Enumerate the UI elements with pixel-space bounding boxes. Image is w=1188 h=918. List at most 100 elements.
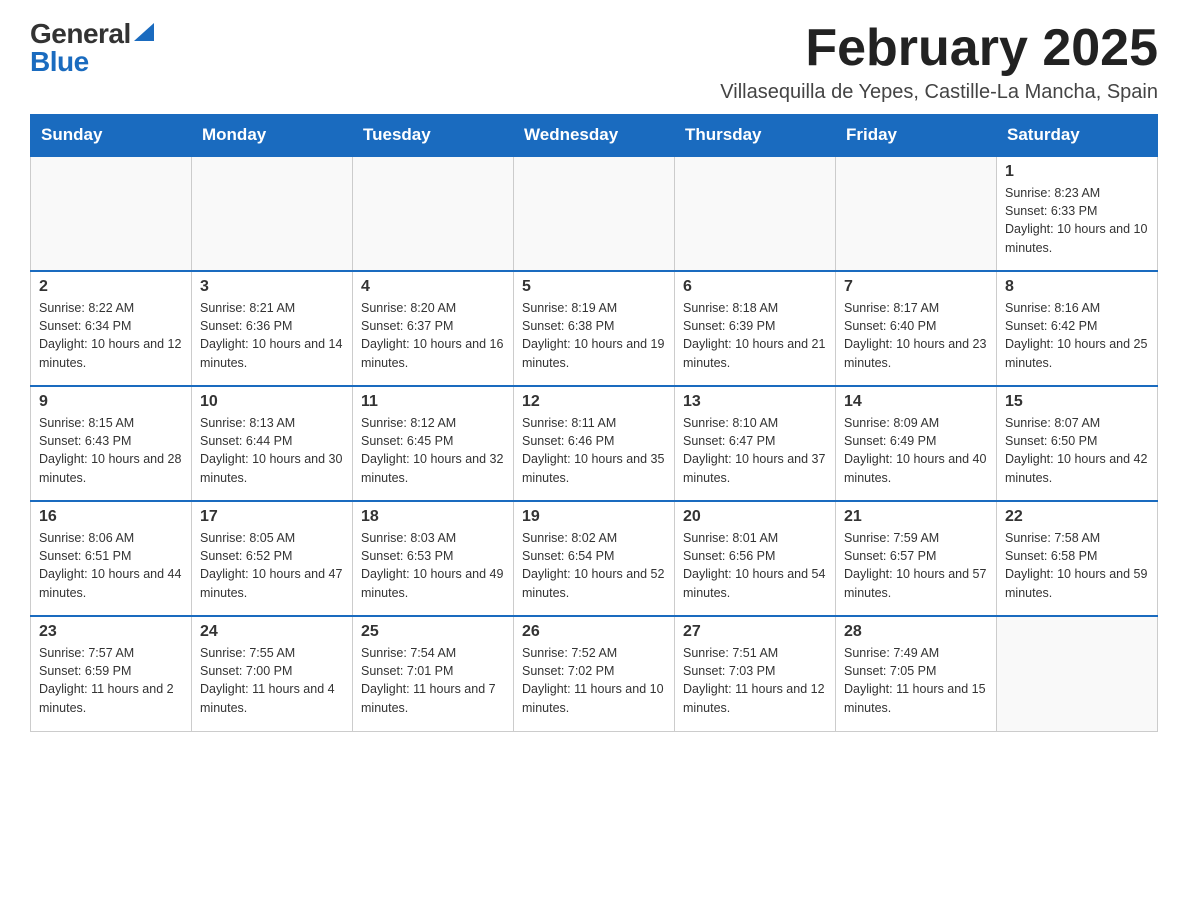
- day-number: 17: [200, 508, 344, 526]
- day-number: 22: [1005, 508, 1149, 526]
- calendar-cell: 4Sunrise: 8:20 AM Sunset: 6:37 PM Daylig…: [353, 271, 514, 386]
- day-sun-info: Sunrise: 8:13 AM Sunset: 6:44 PM Dayligh…: [200, 414, 344, 487]
- header-wednesday: Wednesday: [514, 115, 675, 157]
- header-thursday: Thursday: [675, 115, 836, 157]
- calendar-header-row: Sunday Monday Tuesday Wednesday Thursday…: [31, 115, 1158, 157]
- day-number: 11: [361, 393, 505, 411]
- day-number: 2: [39, 278, 183, 296]
- calendar-cell: 5Sunrise: 8:19 AM Sunset: 6:38 PM Daylig…: [514, 271, 675, 386]
- day-sun-info: Sunrise: 8:11 AM Sunset: 6:46 PM Dayligh…: [522, 414, 666, 487]
- calendar-cell: [192, 156, 353, 271]
- calendar-week-row: 1 Sunrise: 8:23 AM Sunset: 6:33 PM Daylig…: [31, 156, 1158, 271]
- day-number: 8: [1005, 278, 1149, 296]
- calendar-cell: 27 Sunrise: 7:51 AM Sunset: 7:03 PM Dayli…: [675, 616, 836, 731]
- day-number: 15: [1005, 393, 1149, 411]
- calendar-cell: 11 Sunrise: 8:12 AM Sunset: 6:45 PM Dayli…: [353, 386, 514, 501]
- calendar-cell: 18 Sunrise: 8:03 AM Sunset: 6:53 PM Dayli…: [353, 501, 514, 616]
- calendar-cell: 13 Sunrise: 8:10 AM Sunset: 6:47 PM Dayli…: [675, 386, 836, 501]
- day-sun-info: Sunrise: 7:51 AM Sunset: 7:03 PM Dayligh…: [683, 644, 827, 717]
- calendar-cell: 7Sunrise: 8:17 AM Sunset: 6:40 PM Daylig…: [836, 271, 997, 386]
- day-number: 6: [683, 278, 827, 296]
- day-number: 25: [361, 623, 505, 641]
- day-sun-info: Sunrise: 8:16 AM Sunset: 6:42 PM Dayligh…: [1005, 299, 1149, 372]
- calendar-cell: [836, 156, 997, 271]
- calendar-cell: 25 Sunrise: 7:54 AM Sunset: 7:01 PM Dayli…: [353, 616, 514, 731]
- calendar-week-row: 9 Sunrise: 8:15 AM Sunset: 6:43 PM Daylig…: [31, 386, 1158, 501]
- calendar-cell: 10 Sunrise: 8:13 AM Sunset: 6:44 PM Dayli…: [192, 386, 353, 501]
- calendar-cell: 19Sunrise: 8:02 AM Sunset: 6:54 PM Dayli…: [514, 501, 675, 616]
- calendar-cell: [514, 156, 675, 271]
- calendar-cell: 24 Sunrise: 7:55 AM Sunset: 7:00 PM Dayli…: [192, 616, 353, 731]
- day-number: 24: [200, 623, 344, 641]
- page-header: General Blue February 2025 Villasequilla…: [30, 20, 1158, 104]
- calendar-cell: 22 Sunrise: 7:58 AM Sunset: 6:58 PM Dayli…: [997, 501, 1158, 616]
- calendar-cell: 9 Sunrise: 8:15 AM Sunset: 6:43 PM Daylig…: [31, 386, 192, 501]
- day-sun-info: Sunrise: 8:23 AM Sunset: 6:33 PM Dayligh…: [1005, 184, 1149, 257]
- header-saturday: Saturday: [997, 115, 1158, 157]
- calendar-cell: 20 Sunrise: 8:01 AM Sunset: 6:56 PM Dayli…: [675, 501, 836, 616]
- calendar-cell: 8 Sunrise: 8:16 AM Sunset: 6:42 PM Daylig…: [997, 271, 1158, 386]
- calendar-week-row: 23 Sunrise: 7:57 AM Sunset: 6:59 PM Dayli…: [31, 616, 1158, 731]
- day-sun-info: Sunrise: 8:15 AM Sunset: 6:43 PM Dayligh…: [39, 414, 183, 487]
- day-number: 18: [361, 508, 505, 526]
- logo-blue-text: Blue: [30, 48, 154, 76]
- day-sun-info: Sunrise: 8:20 AM Sunset: 6:37 PM Dayligh…: [361, 299, 505, 372]
- calendar-cell: 14 Sunrise: 8:09 AM Sunset: 6:49 PM Dayli…: [836, 386, 997, 501]
- calendar-cell: 12 Sunrise: 8:11 AM Sunset: 6:46 PM Dayli…: [514, 386, 675, 501]
- month-title: February 2025: [720, 20, 1158, 77]
- day-sun-info: Sunrise: 8:12 AM Sunset: 6:45 PM Dayligh…: [361, 414, 505, 487]
- day-number: 16: [39, 508, 183, 526]
- header-monday: Monday: [192, 115, 353, 157]
- day-number: 23: [39, 623, 183, 641]
- day-sun-info: Sunrise: 7:59 AM Sunset: 6:57 PM Dayligh…: [844, 529, 988, 602]
- calendar-cell: 28Sunrise: 7:49 AM Sunset: 7:05 PM Dayli…: [836, 616, 997, 731]
- day-number: 12: [522, 393, 666, 411]
- day-sun-info: Sunrise: 7:49 AM Sunset: 7:05 PM Dayligh…: [844, 644, 988, 717]
- day-sun-info: Sunrise: 8:03 AM Sunset: 6:53 PM Dayligh…: [361, 529, 505, 602]
- day-sun-info: Sunrise: 8:21 AM Sunset: 6:36 PM Dayligh…: [200, 299, 344, 372]
- day-number: 27: [683, 623, 827, 641]
- header-friday: Friday: [836, 115, 997, 157]
- calendar-cell: 23 Sunrise: 7:57 AM Sunset: 6:59 PM Dayli…: [31, 616, 192, 731]
- day-number: 1: [1005, 163, 1149, 181]
- calendar-table: Sunday Monday Tuesday Wednesday Thursday…: [30, 114, 1158, 732]
- day-sun-info: Sunrise: 7:52 AM Sunset: 7:02 PM Dayligh…: [522, 644, 666, 717]
- day-sun-info: Sunrise: 8:22 AM Sunset: 6:34 PM Dayligh…: [39, 299, 183, 372]
- day-number: 9: [39, 393, 183, 411]
- day-number: 10: [200, 393, 344, 411]
- calendar-cell: 21 Sunrise: 7:59 AM Sunset: 6:57 PM Dayli…: [836, 501, 997, 616]
- calendar-cell: [675, 156, 836, 271]
- day-sun-info: Sunrise: 7:54 AM Sunset: 7:01 PM Dayligh…: [361, 644, 505, 717]
- calendar-cell: 15 Sunrise: 8:07 AM Sunset: 6:50 PM Dayli…: [997, 386, 1158, 501]
- calendar-cell: [353, 156, 514, 271]
- calendar-cell: 2 Sunrise: 8:22 AM Sunset: 6:34 PM Daylig…: [31, 271, 192, 386]
- day-sun-info: Sunrise: 7:55 AM Sunset: 7:00 PM Dayligh…: [200, 644, 344, 717]
- logo-triangle-icon: [134, 23, 154, 41]
- day-number: 20: [683, 508, 827, 526]
- calendar-cell: 17 Sunrise: 8:05 AM Sunset: 6:52 PM Dayli…: [192, 501, 353, 616]
- logo-general-text: General: [30, 20, 131, 48]
- day-sun-info: Sunrise: 8:01 AM Sunset: 6:56 PM Dayligh…: [683, 529, 827, 602]
- day-sun-info: Sunrise: 8:06 AM Sunset: 6:51 PM Dayligh…: [39, 529, 183, 602]
- header-tuesday: Tuesday: [353, 115, 514, 157]
- day-sun-info: Sunrise: 8:10 AM Sunset: 6:47 PM Dayligh…: [683, 414, 827, 487]
- calendar-cell: 26 Sunrise: 7:52 AM Sunset: 7:02 PM Dayli…: [514, 616, 675, 731]
- calendar-week-row: 2 Sunrise: 8:22 AM Sunset: 6:34 PM Daylig…: [31, 271, 1158, 386]
- day-sun-info: Sunrise: 8:09 AM Sunset: 6:49 PM Dayligh…: [844, 414, 988, 487]
- calendar-cell: [997, 616, 1158, 731]
- day-sun-info: Sunrise: 8:07 AM Sunset: 6:50 PM Dayligh…: [1005, 414, 1149, 487]
- calendar-week-row: 16 Sunrise: 8:06 AM Sunset: 6:51 PM Dayli…: [31, 501, 1158, 616]
- day-sun-info: Sunrise: 8:18 AM Sunset: 6:39 PM Dayligh…: [683, 299, 827, 372]
- day-number: 26: [522, 623, 666, 641]
- calendar-cell: 1 Sunrise: 8:23 AM Sunset: 6:33 PM Daylig…: [997, 156, 1158, 271]
- day-sun-info: Sunrise: 8:05 AM Sunset: 6:52 PM Dayligh…: [200, 529, 344, 602]
- logo: General Blue: [30, 20, 154, 76]
- day-number: 7: [844, 278, 988, 296]
- day-sun-info: Sunrise: 7:58 AM Sunset: 6:58 PM Dayligh…: [1005, 529, 1149, 602]
- day-number: 13: [683, 393, 827, 411]
- day-sun-info: Sunrise: 8:02 AM Sunset: 6:54 PM Dayligh…: [522, 529, 666, 602]
- day-number: 14: [844, 393, 988, 411]
- calendar-cell: [31, 156, 192, 271]
- day-sun-info: Sunrise: 7:57 AM Sunset: 6:59 PM Dayligh…: [39, 644, 183, 717]
- day-number: 21: [844, 508, 988, 526]
